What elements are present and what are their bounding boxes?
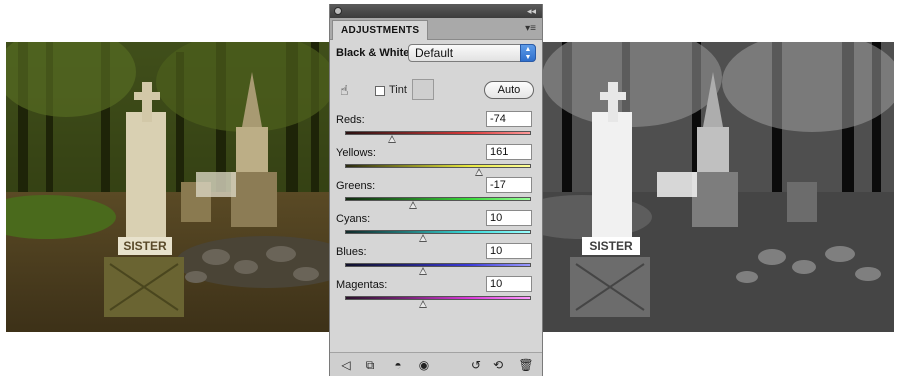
slider-track[interactable] — [345, 197, 531, 201]
slider-value-input[interactable]: 161 — [486, 144, 532, 160]
black-and-white-preview-photo: SISTER — [542, 42, 894, 332]
slider-track[interactable] — [345, 296, 531, 300]
tool-row: ☝ Tint Auto — [336, 78, 536, 104]
slider-track[interactable] — [345, 230, 531, 234]
slider-track[interactable] — [345, 164, 531, 168]
preset-value: Default — [415, 46, 454, 60]
slider-thumb[interactable] — [475, 168, 484, 176]
slider-track[interactable] — [345, 263, 531, 267]
headstone-inscription: SISTER — [123, 239, 167, 253]
slider-label: Cyans: — [336, 213, 371, 225]
slider-label: Greens: — [336, 180, 376, 192]
adjustment-name: Black & White — [336, 47, 410, 59]
slider-greens: Greens: -17 — [336, 177, 536, 212]
auto-button[interactable]: Auto — [484, 81, 534, 99]
slider-value-input[interactable]: 10 — [486, 276, 532, 292]
adjustments-panel: ◂◂ ADJUSTMENTS ▾≡ Black & White Default … — [329, 4, 543, 376]
original-photo: SISTER — [6, 42, 330, 332]
slider-value-input[interactable]: 10 — [486, 243, 532, 259]
tint-color-swatch[interactable] — [412, 79, 434, 100]
slider-value-input[interactable]: -74 — [486, 111, 532, 127]
targeted-adjustment-hand-icon[interactable]: ☝ — [340, 82, 358, 100]
slider-label: Yellows: — [336, 147, 376, 159]
tint-label: Tint — [389, 84, 407, 96]
slider-value-input[interactable]: 10 — [486, 210, 532, 226]
slider-thumb[interactable] — [387, 135, 396, 143]
headstone-inscription: SISTER — [589, 239, 633, 253]
slider-thumb[interactable] — [419, 234, 428, 242]
layer-visibility-circle-icon[interactable]: ◓ — [390, 357, 406, 373]
slider-cyans: Cyans: 10 — [336, 210, 536, 245]
panel-title-strip: ◂◂ — [330, 4, 542, 18]
trash-icon[interactable]: 🗑 — [518, 357, 534, 373]
slider-label: Blues: — [336, 246, 367, 258]
slider-thumb[interactable] — [409, 201, 418, 209]
slider-label: Reds: — [336, 114, 365, 126]
preset-row: Black & White Default ▲ ▼ — [336, 44, 536, 64]
close-panel-button[interactable] — [334, 7, 342, 15]
collapse-panel-icon[interactable]: ◂◂ — [527, 4, 536, 18]
slider-blues: Blues: 10 — [336, 243, 536, 278]
panel-bottom-toolbar: ◁ ⧉ ◓ ◉ ↺ ⟲ 🗑 — [330, 352, 542, 376]
clip-to-layer-icon[interactable]: ⧉ — [362, 357, 378, 373]
slider-yellows: Yellows: 161 — [336, 144, 536, 179]
panel-menu-icon[interactable]: ▾≡ — [525, 23, 536, 34]
back-arrow-icon[interactable]: ◁ — [338, 357, 354, 373]
view-previous-state-icon[interactable]: ↺ — [468, 357, 484, 373]
slider-thumb[interactable] — [419, 300, 428, 308]
slider-track[interactable] — [345, 131, 531, 135]
reset-icon[interactable]: ⟲ — [490, 357, 506, 373]
eye-icon[interactable]: ◉ — [416, 357, 432, 373]
tab-adjustments[interactable]: ADJUSTMENTS — [332, 20, 429, 40]
slider-thumb[interactable] — [419, 267, 428, 275]
canvas: SISTER SISTER ◂◂ ADJUSTMENTS ▾≡ Black & … — [0, 0, 898, 376]
tint-checkbox[interactable] — [375, 86, 385, 96]
dropdown-arrows-icon: ▲ ▼ — [520, 44, 536, 62]
slider-label: Magentas: — [336, 279, 388, 291]
slider-value-input[interactable]: -17 — [486, 177, 532, 193]
slider-magentas: Magentas: 10 — [336, 276, 536, 311]
preset-dropdown[interactable]: Default ▲ ▼ — [408, 44, 536, 62]
slider-reds: Reds: -74 — [336, 111, 536, 146]
panel-tab-bar: ADJUSTMENTS ▾≡ — [330, 18, 542, 40]
